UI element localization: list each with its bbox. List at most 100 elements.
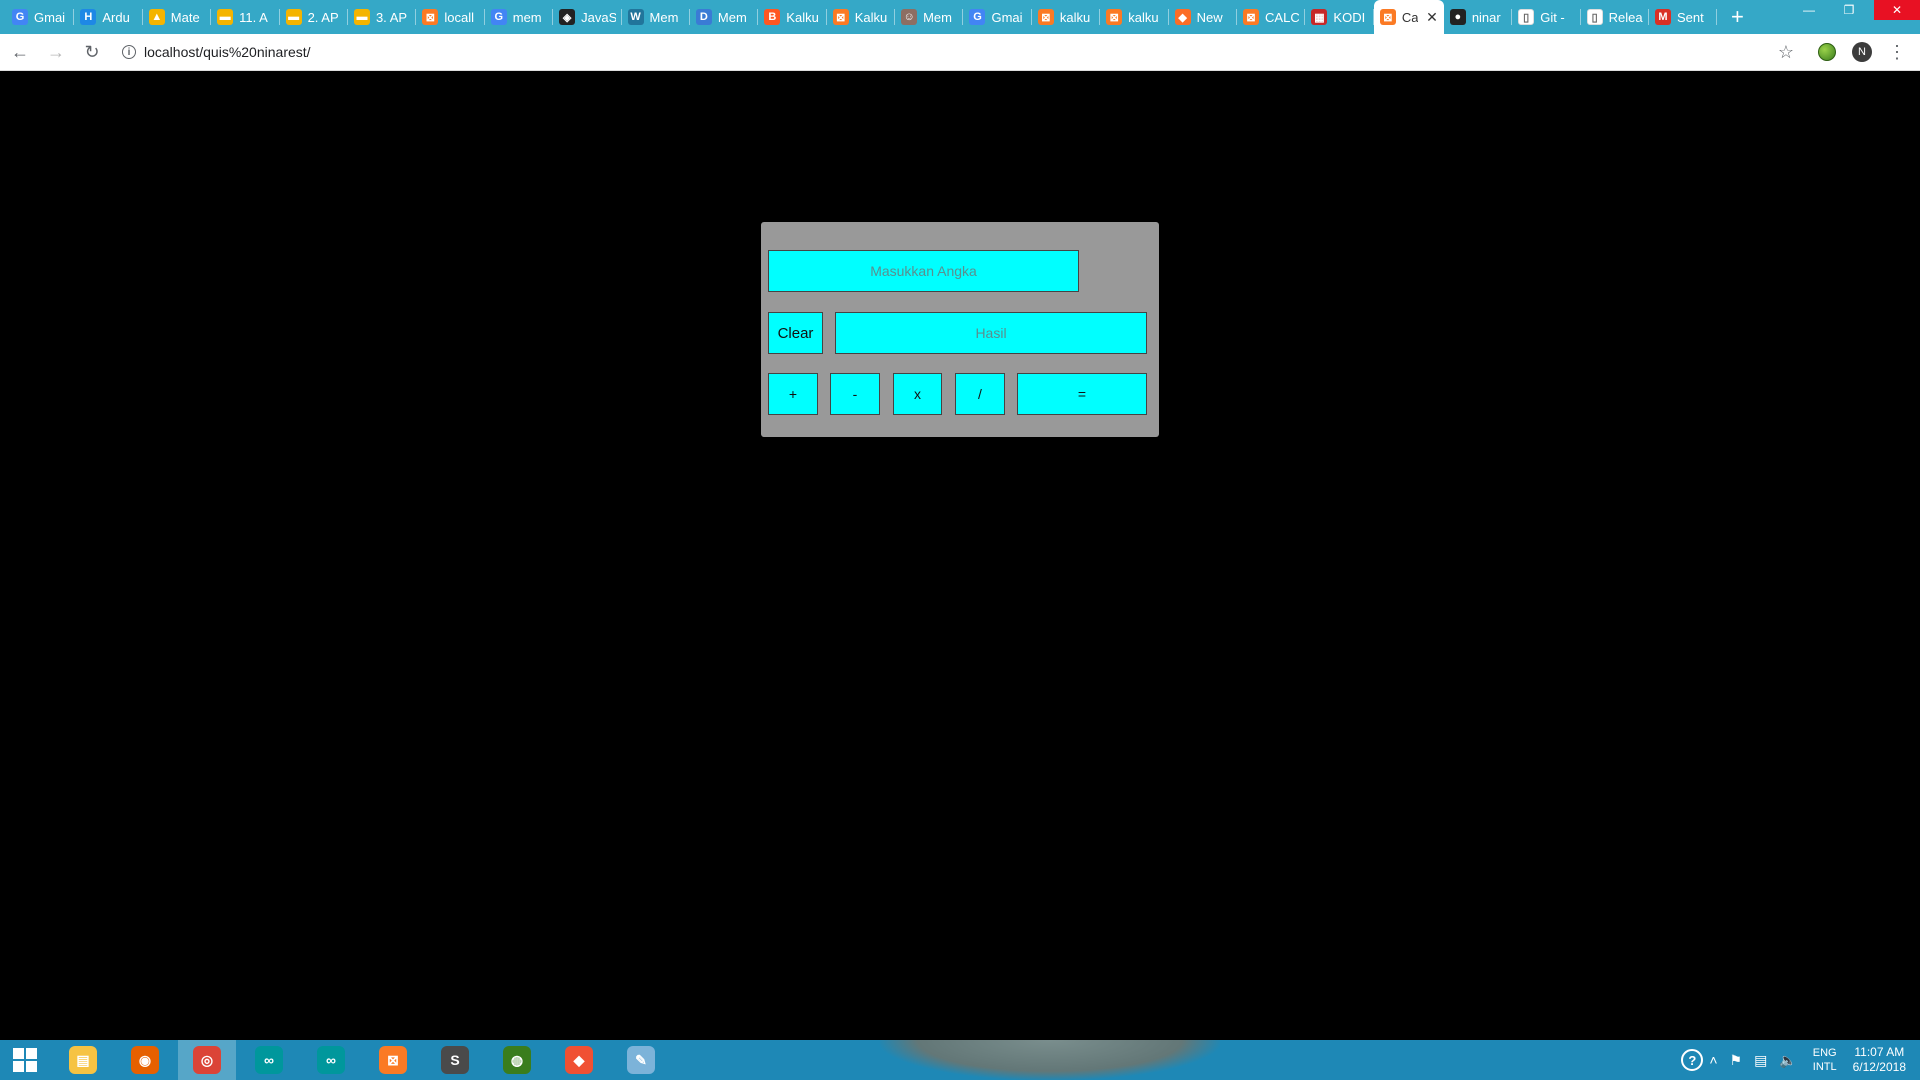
tab-title: 3. AP	[375, 9, 408, 25]
browser-tab[interactable]: ⊠ kalku	[1032, 0, 1101, 34]
minimize-icon[interactable]: —	[1794, 0, 1824, 20]
extension-globe-icon[interactable]	[1812, 37, 1842, 67]
close-tab-icon[interactable]: ✕	[1426, 9, 1438, 26]
forward-arrow-icon[interactable]: →	[40, 36, 72, 68]
browser-tab[interactable]: ⊠ locall	[416, 0, 485, 34]
taskbar-app[interactable]: ◆	[550, 1040, 608, 1080]
restore-icon[interactable]: ❐	[1834, 0, 1864, 20]
xampp-icon: ⊠	[832, 9, 849, 25]
browser-tab[interactable]: ▬ 3. AP	[348, 0, 417, 34]
browser-tab[interactable]: ▬ 11. A	[211, 0, 280, 34]
tab-title: Git -	[1540, 9, 1565, 25]
new-tab-button[interactable]: +	[1717, 0, 1757, 34]
codepen-icon: ◈	[559, 9, 576, 25]
clear-button[interactable]: Clear	[768, 312, 823, 354]
taskbar-app[interactable]: ◉	[116, 1040, 174, 1080]
result-field[interactable]: Hasil	[835, 312, 1147, 354]
browser-tab[interactable]: ▯ Relea	[1581, 0, 1649, 34]
equals-button[interactable]: =	[1017, 373, 1147, 415]
chevron-up-icon[interactable]: ˄	[1709, 1052, 1717, 1068]
number-input[interactable]: Masukkan Angka	[768, 250, 1079, 292]
flag-icon[interactable]: ⚑	[1730, 1052, 1743, 1069]
network-icon[interactable]: ▤	[1754, 1052, 1767, 1069]
browser-tab[interactable]: ◈ JavaS	[553, 0, 622, 34]
minus-button[interactable]: -	[830, 373, 880, 415]
tab-title: kalku	[1059, 9, 1091, 25]
calculator-panel: Masukkan Angka Clear Hasil + - x / =	[761, 222, 1159, 437]
taskbar-app[interactable]: ✎	[612, 1040, 670, 1080]
browser-tab[interactable]: ▬ 2. AP	[280, 0, 348, 34]
tab-title: Mem	[717, 9, 747, 25]
clock[interactable]: 11:07 AM 6/12/2018	[1853, 1045, 1906, 1075]
tab-strip: G Gmai H Ardu ▲ Mate ▬ 11. A ▬ 2. AP ▬ 3. AP ⊠ locall…	[0, 0, 1920, 34]
taskbar-app[interactable]: ∞	[302, 1040, 360, 1080]
taskbar-app[interactable]: ⊠	[364, 1040, 422, 1080]
browser-tab[interactable]: ⊠ CALC	[1237, 0, 1306, 34]
browser-tab[interactable]: G Gmai	[963, 0, 1032, 34]
person-icon: ☺	[901, 9, 918, 25]
taskbar-apps: ▤ ◉ ◎ ∞ ∞ ⊠ S ◍ ◆ ✎	[54, 1040, 674, 1080]
browser-tab[interactable]: M Sent	[1649, 0, 1718, 34]
browser-tab[interactable]: B Kalku	[758, 0, 827, 34]
divide-button[interactable]: /	[955, 373, 1005, 415]
google-icon: G	[12, 9, 28, 25]
xampp-icon: ⊠	[1243, 9, 1260, 25]
taskbar-app[interactable]: S	[426, 1040, 484, 1080]
browser-tab[interactable]: ⊠ Kalku	[827, 0, 896, 34]
xampp-icon: ⊠	[1106, 9, 1123, 25]
profile-avatar[interactable]: N	[1852, 42, 1872, 62]
slides-icon: ▬	[353, 9, 370, 25]
plus-button[interactable]: +	[768, 373, 818, 415]
arduino-icon-2: ∞	[317, 1046, 345, 1074]
tab-title: locall	[444, 9, 474, 25]
url-text[interactable]: localhost/quis%20ninarest/	[144, 44, 311, 60]
browser-tab[interactable]: G Gmai	[6, 0, 75, 34]
sublime-text-icon: S	[441, 1046, 469, 1074]
page-icon: ▯	[1586, 9, 1603, 25]
help-icon[interactable]: ?	[1681, 1049, 1704, 1071]
xampp-icon: ⊠	[1379, 9, 1396, 25]
back-arrow-icon[interactable]: ←	[4, 36, 36, 68]
tab-title: New	[1196, 9, 1223, 25]
tab-title: 11. A	[239, 9, 268, 25]
site-info-icon[interactable]: i	[122, 45, 136, 59]
tab-title: Ca	[1401, 9, 1419, 25]
page-viewport: Masukkan Angka Clear Hasil + - x / =	[0, 71, 1920, 1040]
browser-tab[interactable]: ⊠ Ca ✕	[1373, 0, 1444, 34]
keyboard-layout: INTL	[1812, 1061, 1837, 1073]
browser-tab[interactable]: ⊠ kalku	[1100, 0, 1169, 34]
hackster-icon: H	[80, 9, 97, 25]
bookmark-star-icon[interactable]: ☆	[1778, 42, 1794, 63]
start-button[interactable]	[0, 1040, 50, 1080]
tab-title: Sent	[1676, 9, 1704, 25]
tab-title: Kalku	[854, 9, 888, 25]
browser-tab[interactable]: Gmem	[485, 0, 554, 34]
git-app-icon: ◆	[565, 1046, 593, 1074]
browser-tab[interactable]: ▦ KODI	[1305, 0, 1374, 34]
browser-tab[interactable]: H Ardu	[74, 0, 143, 34]
language-indicator[interactable]: ENG INTL	[1813, 1046, 1837, 1074]
browser-tab[interactable]: ▲ Mate	[143, 0, 212, 34]
taskbar-app[interactable]: ◎	[178, 1040, 236, 1080]
close-window-icon[interactable]: ✕	[1874, 0, 1920, 20]
google-drive-icon: ▲	[148, 9, 165, 25]
multiply-button[interactable]: x	[893, 373, 942, 415]
tab-title: Gmai	[34, 9, 66, 25]
blogger-icon: B	[764, 9, 781, 25]
volume-icon[interactable]: 🔈	[1779, 1052, 1796, 1069]
browser-tab[interactable]: ● ninar	[1444, 0, 1513, 34]
menu-dots-icon[interactable]: ⋮	[1888, 42, 1906, 63]
browser-tab[interactable]: ◆ New	[1169, 0, 1238, 34]
slides-icon: ▬	[285, 9, 302, 25]
taskbar-app[interactable]: ▤	[54, 1040, 112, 1080]
browser-tab[interactable]: D Mem	[690, 0, 759, 34]
address-bar[interactable]: i localhost/quis%20ninarest/ ☆	[114, 38, 1804, 66]
taskbar-app[interactable]: ◍	[488, 1040, 546, 1080]
browser-tab[interactable]: ▯ Git -	[1512, 0, 1581, 34]
reload-icon[interactable]: ↻	[76, 36, 108, 68]
browser-tab[interactable]: W Mem	[622, 0, 690, 34]
browser-tab[interactable]: ☺ Mem	[895, 0, 964, 34]
slides-icon: ▬	[217, 9, 234, 25]
firefox-icon: ◉	[131, 1046, 159, 1074]
taskbar-app[interactable]: ∞	[240, 1040, 298, 1080]
